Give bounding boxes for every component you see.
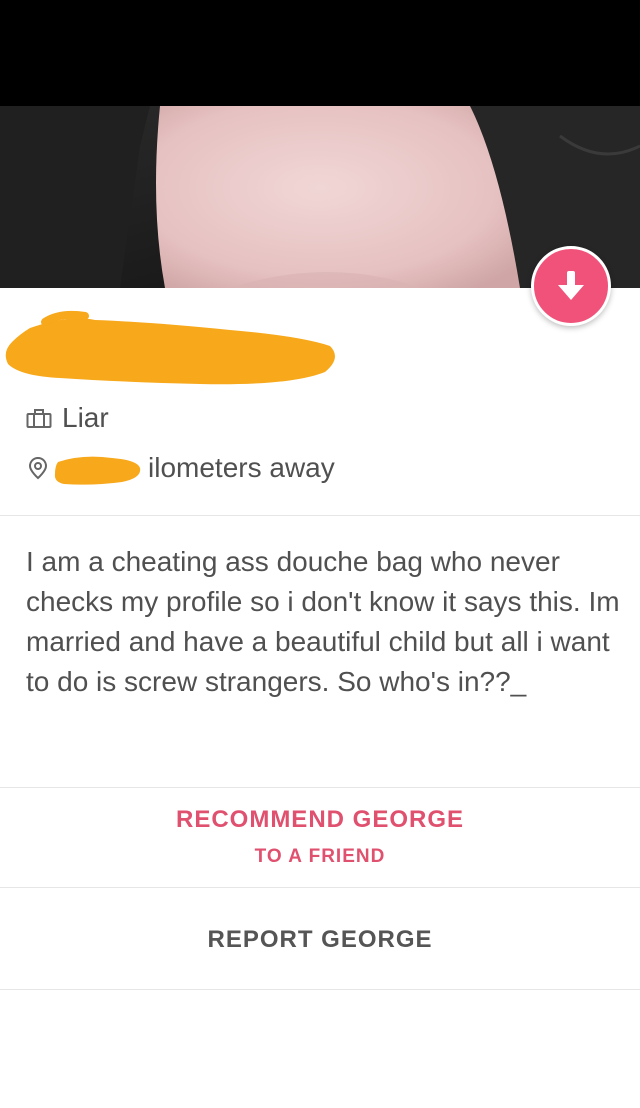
briefcase-icon <box>26 409 52 428</box>
job-row: Liar <box>26 400 109 436</box>
recommend-subtitle[interactable]: TO A FRIEND <box>0 846 640 868</box>
location-pin-icon <box>28 456 48 480</box>
report-button[interactable]: REPORT GEORGE <box>0 926 640 954</box>
divider <box>0 515 640 516</box>
job-title: Liar <box>62 402 109 433</box>
divider <box>0 989 640 990</box>
recommend-title[interactable]: RECOMMEND GEORGE <box>0 806 640 834</box>
distance-label: ilometers away <box>148 452 335 483</box>
collapse-profile-button[interactable] <box>531 246 611 326</box>
top-black-bar <box>0 0 640 106</box>
profile-bio: I am a cheating ass douche bag who never… <box>26 546 620 697</box>
arrow-down-icon <box>558 271 584 300</box>
distance-redaction-scribble <box>54 456 141 485</box>
name-redaction-scribble <box>5 310 335 385</box>
recommend-button[interactable] <box>0 788 640 886</box>
profile-screen: Liar ilometers away I am a cheating ass … <box>0 0 640 1108</box>
